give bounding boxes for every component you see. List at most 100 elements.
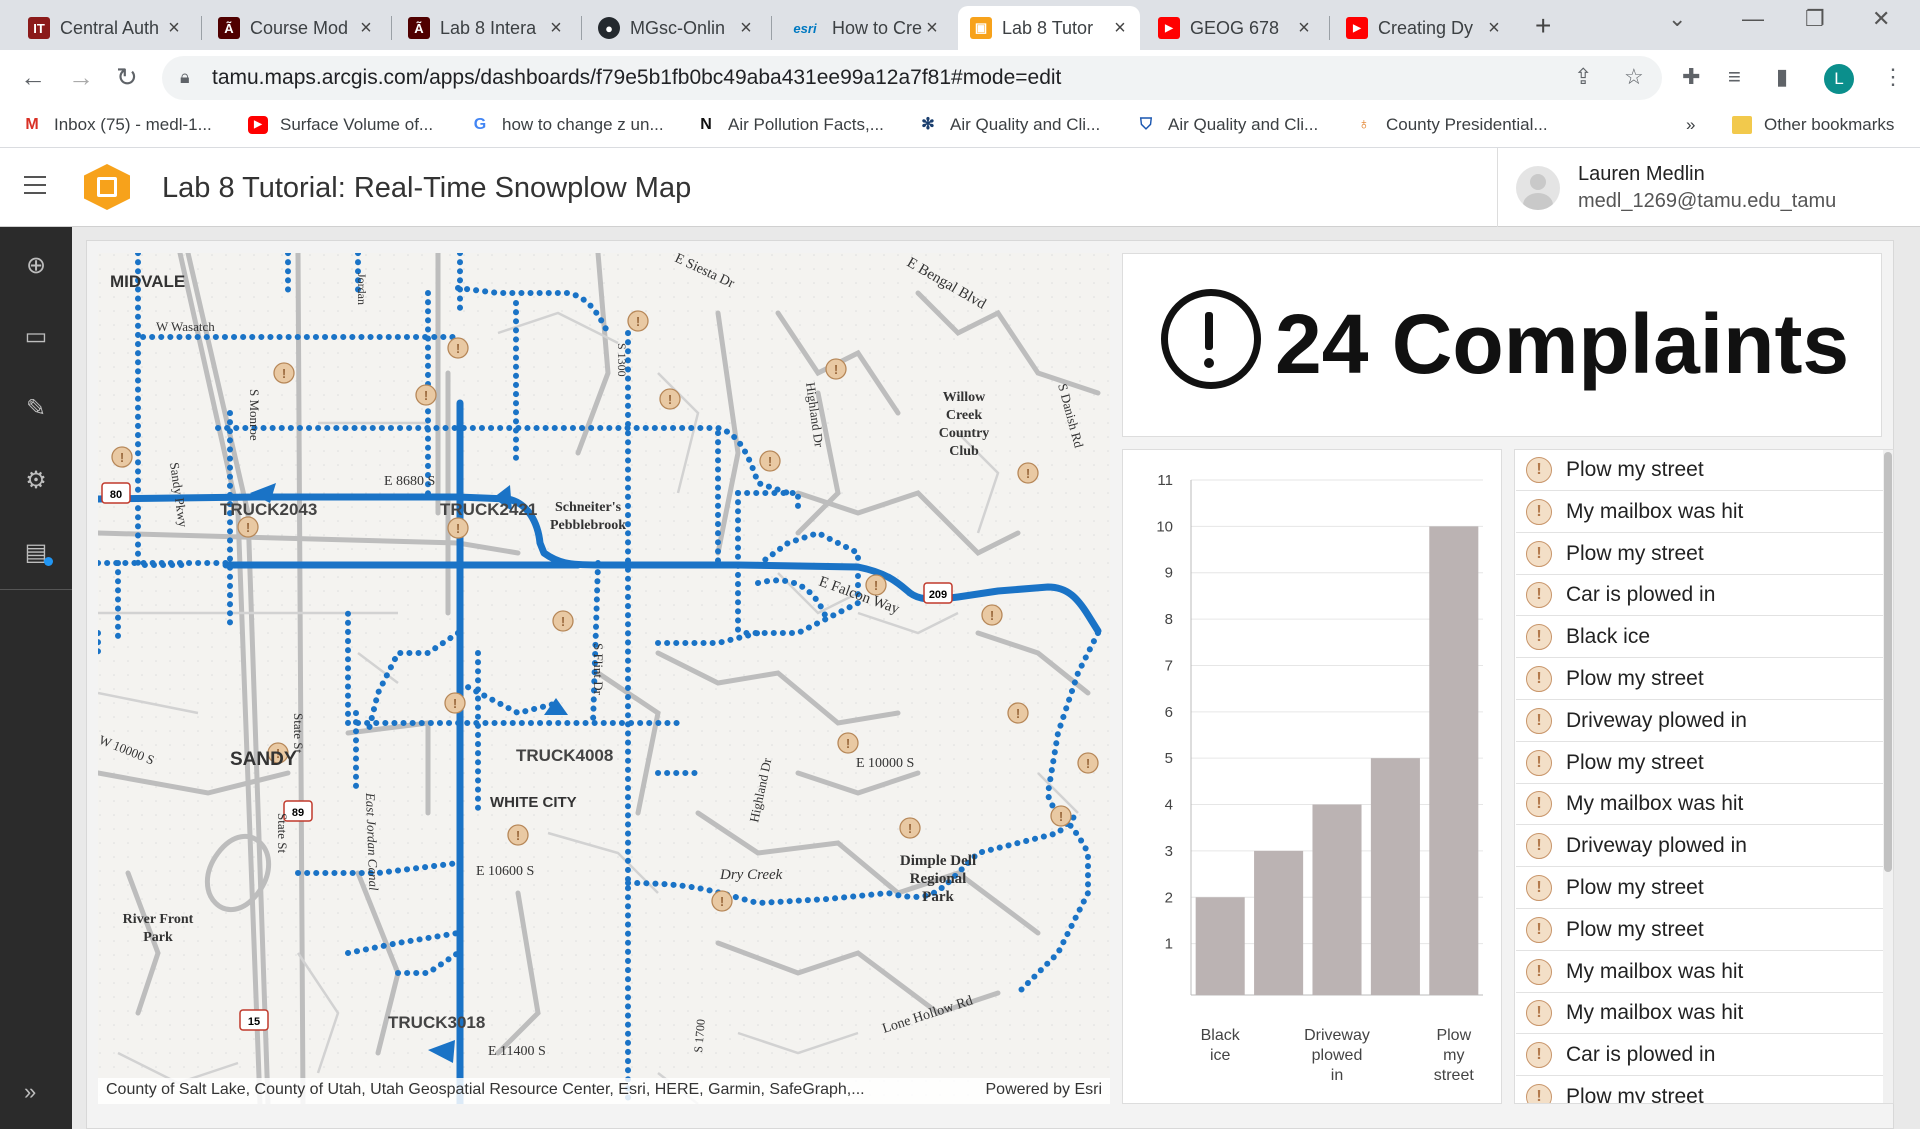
close-icon[interactable]: × — [546, 17, 566, 40]
bookmark-item[interactable]: ♁ County Presidential... — [1354, 115, 1548, 135]
list-item[interactable]: ! Driveway plowed in — [1516, 826, 1884, 868]
close-icon[interactable]: × — [1484, 17, 1504, 40]
complaint-marker[interactable]: ! — [1017, 462, 1039, 484]
forward-button[interactable]: → — [68, 62, 94, 93]
close-icon[interactable]: × — [164, 17, 184, 40]
bookmark-item[interactable]: ▶ Surface Volume of... — [248, 115, 433, 135]
profile-avatar[interactable]: L — [1824, 64, 1854, 94]
tab-lab8-tutorial[interactable]: ▣ Lab 8 Tutor × — [958, 6, 1140, 50]
list-scrollbar[interactable] — [1883, 450, 1893, 1103]
complaint-marker[interactable]: ! — [273, 362, 295, 384]
complaint-marker[interactable]: ! — [237, 516, 259, 538]
menu-kebab-icon[interactable]: ⋮ — [1882, 64, 1904, 90]
bookmark-item[interactable]: ⛉ Air Quality and Cli... — [1136, 115, 1318, 135]
media-control-icon[interactable]: ≡ — [1728, 64, 1741, 90]
expand-sidebar-icon[interactable]: » — [24, 1079, 36, 1105]
list-item[interactable]: ! My mailbox was hit — [1516, 993, 1884, 1035]
tab-lab8-interactive[interactable]: Ã Lab 8 Intera × — [396, 6, 576, 50]
address-bar[interactable]: 🔒︎ tamu.maps.arcgis.com/apps/dashboards/… — [162, 56, 1662, 100]
tab-search-icon[interactable]: ⌄ — [1668, 6, 1686, 32]
complaint-marker[interactable]: ! — [447, 517, 469, 539]
complaint-marker[interactable]: ! — [825, 358, 847, 380]
bookmark-item[interactable]: N Air Pollution Facts,... — [696, 115, 884, 135]
chart-bars[interactable] — [1195, 526, 1479, 995]
list-item[interactable]: ! My mailbox was hit — [1516, 784, 1884, 826]
complaint-marker[interactable]: ! — [444, 692, 466, 714]
complaint-marker[interactable]: ! — [627, 310, 649, 332]
complaint-marker[interactable]: ! — [837, 732, 859, 754]
bar-my-mailbox-was-hit[interactable] — [1370, 758, 1420, 995]
hamburger-menu-icon[interactable] — [24, 176, 46, 194]
close-icon[interactable]: × — [922, 17, 942, 40]
list-item[interactable]: ! Plow my street — [1516, 659, 1884, 700]
complaint-marker[interactable]: ! — [507, 824, 529, 846]
complaint-marker[interactable]: ! — [1007, 702, 1029, 724]
tab-course-mod[interactable]: Ã Course Mod × — [206, 6, 386, 50]
complaint-marker[interactable]: ! — [899, 817, 921, 839]
complaint-marker[interactable]: ! — [111, 446, 133, 468]
gear-icon[interactable]: ⚙ — [20, 465, 52, 497]
powered-by-esri[interactable]: Powered by Esri — [986, 1081, 1103, 1101]
github-icon: ● — [598, 17, 620, 39]
scrollbar-thumb[interactable] — [1884, 452, 1892, 872]
tab-geog678[interactable]: ▶ GEOG 678 × — [1146, 6, 1324, 50]
complaint-marker[interactable]: ! — [1077, 752, 1099, 774]
list-item[interactable]: ! Plow my street — [1516, 743, 1884, 784]
list-item[interactable]: ! My mailbox was hit — [1516, 492, 1884, 533]
tab-esri[interactable]: esri How to Cre × — [776, 6, 952, 50]
bookmark-item[interactable]: M Inbox (75) - medl-1... — [22, 115, 211, 135]
bar-black-ice[interactable] — [1195, 897, 1245, 995]
complaint-marker[interactable]: ! — [1050, 805, 1072, 827]
map-panel[interactable]: !!!!!!!!!!!!!!!!!!!!!!! 80 209 89 15 MIDVAL… — [98, 253, 1110, 1104]
close-icon[interactable]: × — [1294, 17, 1314, 40]
list-item[interactable]: ! Plow my street — [1516, 534, 1884, 575]
list-item[interactable]: ! My mailbox was hit — [1516, 952, 1884, 993]
minimize-button[interactable]: — — [1742, 6, 1764, 32]
list-item[interactable]: ! Car is plowed in — [1516, 1035, 1884, 1077]
svg-text:!: ! — [908, 821, 912, 836]
complaint-marker[interactable]: ! — [552, 610, 574, 632]
close-window-button[interactable]: ✕ — [1872, 6, 1890, 32]
list-item[interactable]: ! Plow my street — [1516, 1077, 1884, 1103]
complaint-marker[interactable]: ! — [759, 450, 781, 472]
side-panel-icon[interactable]: ▮ — [1776, 64, 1788, 90]
list-item[interactable]: ! Plow my street — [1516, 450, 1884, 491]
add-element-icon[interactable]: ⊕ — [20, 250, 52, 282]
restore-button[interactable]: ❐ — [1805, 6, 1825, 32]
complaint-marker[interactable]: ! — [711, 890, 733, 912]
user-menu[interactable]: Lauren Medlin medl_1269@tamu.edu_tamu — [1497, 148, 1920, 227]
tab-github[interactable]: ● MGsc-Onlin × — [586, 6, 766, 50]
complaint-marker[interactable]: ! — [981, 604, 1003, 626]
map-canvas[interactable]: !!!!!!!!!!!!!!!!!!!!!!! 802098915 MIDVAL… — [98, 253, 1110, 1104]
bookmarks-overflow-button[interactable]: » — [1686, 115, 1695, 135]
theme-icon[interactable]: ✎ — [20, 393, 52, 425]
tab-central-auth[interactable]: IT Central Auth × — [16, 6, 194, 50]
new-tab-button[interactable]: + — [1535, 10, 1551, 42]
tab-creating-dy[interactable]: ▶ Creating Dy × — [1334, 6, 1514, 50]
x-tick-label: Black — [1201, 1027, 1241, 1044]
list-item[interactable]: ! Plow my street — [1516, 868, 1884, 909]
list-item[interactable]: ! Plow my street — [1516, 910, 1884, 951]
layout-icon[interactable]: ▭ — [20, 321, 52, 353]
reload-button[interactable]: ↻ — [116, 62, 138, 93]
bookmark-star-icon[interactable]: ☆ — [1624, 64, 1644, 90]
share-icon[interactable]: ⇪ — [1574, 64, 1592, 90]
save-icon[interactable]: ▤ — [20, 537, 53, 569]
bookmark-item[interactable]: ✻ Air Quality and Cli... — [918, 115, 1100, 135]
extensions-icon[interactable]: ✚ — [1682, 64, 1700, 90]
other-bookmarks[interactable]: Other bookmarks — [1732, 115, 1894, 135]
list-item[interactable]: ! Driveway plowed in — [1516, 701, 1884, 742]
list-item[interactable]: ! Car is plowed in — [1516, 575, 1884, 617]
back-button[interactable]: ← — [20, 62, 46, 93]
bar-car-is-plowed-in[interactable] — [1254, 850, 1304, 995]
complaint-marker[interactable]: ! — [415, 384, 437, 406]
complaint-marker[interactable]: ! — [447, 337, 469, 359]
close-icon[interactable]: × — [1110, 17, 1130, 40]
close-icon[interactable]: × — [356, 17, 376, 40]
complaint-marker[interactable]: ! — [659, 388, 681, 410]
bar-driveway-plowed-in[interactable] — [1312, 804, 1362, 995]
bar-plow-my-street[interactable] — [1429, 526, 1479, 995]
list-item[interactable]: ! Black ice — [1516, 617, 1884, 659]
close-icon[interactable]: × — [736, 17, 756, 40]
bookmark-item[interactable]: G how to change z un... — [470, 115, 664, 135]
